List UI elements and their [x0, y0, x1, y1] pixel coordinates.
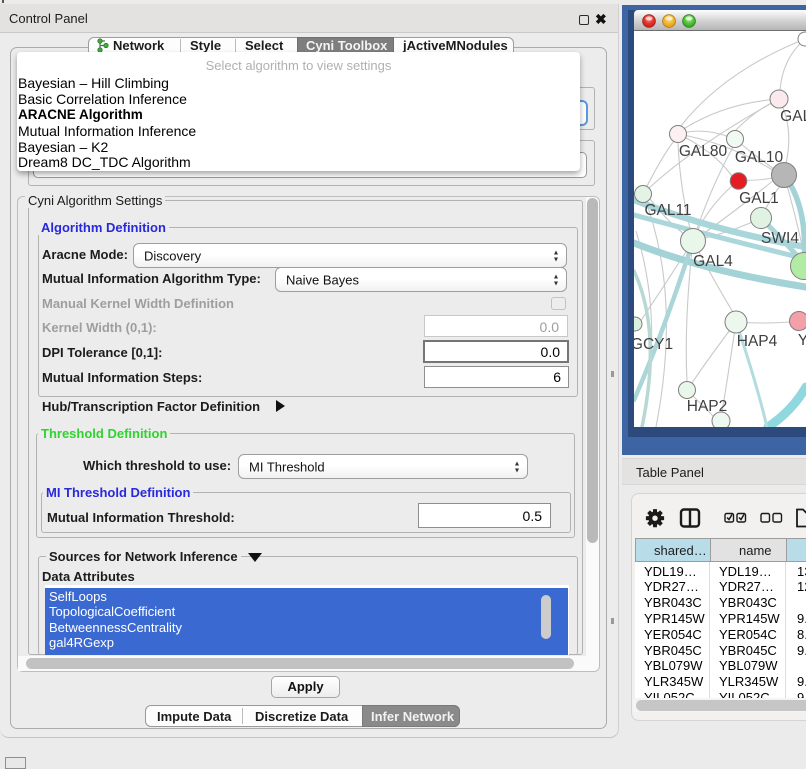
- svg-text:HAP2: HAP2: [687, 398, 728, 415]
- svg-text:GCY1: GCY1: [634, 336, 673, 353]
- svg-text:GAL7: GAL7: [780, 108, 806, 125]
- svg-text:Y: Y: [798, 332, 806, 349]
- svg-text:GAL10: GAL10: [735, 149, 784, 166]
- svg-text:SWI4: SWI4: [761, 230, 799, 247]
- svg-text:GAL1: GAL1: [739, 190, 779, 207]
- svg-text:GAL80: GAL80: [679, 143, 728, 160]
- svg-text:GAL11: GAL11: [644, 202, 691, 219]
- svg-text:GAL4: GAL4: [693, 253, 733, 270]
- svg-text:HAP4: HAP4: [737, 333, 778, 350]
